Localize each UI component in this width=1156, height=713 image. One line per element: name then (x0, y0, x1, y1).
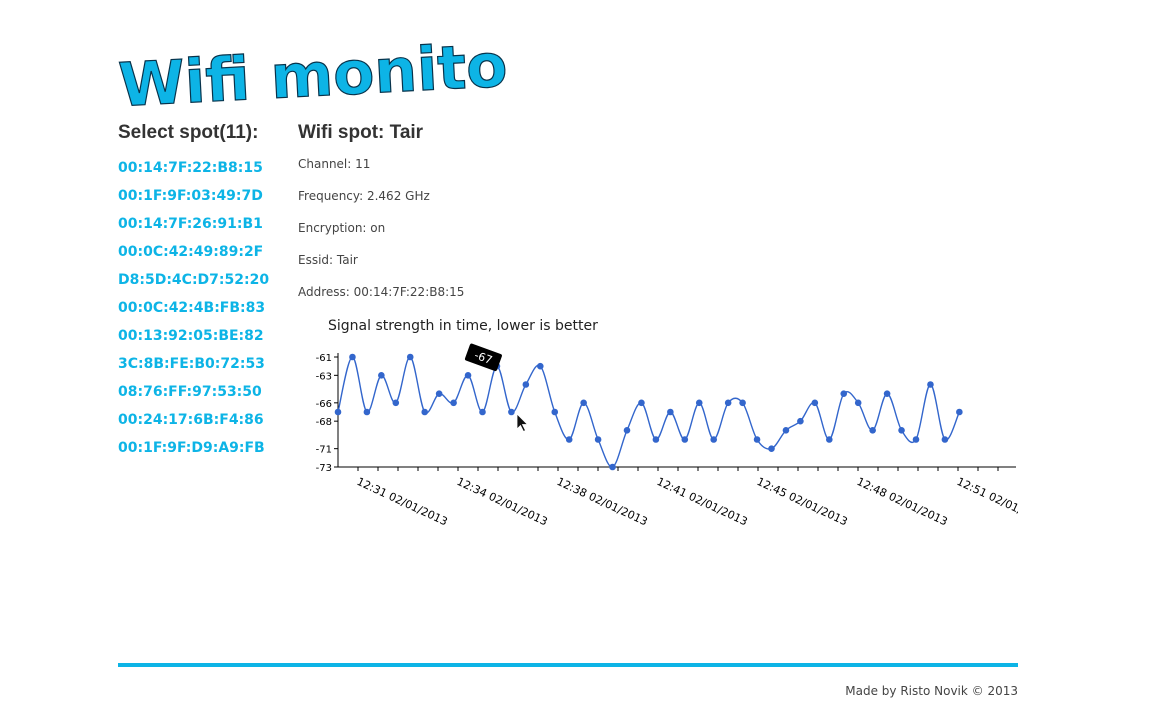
data-point[interactable] (406, 353, 414, 361)
y-tick-label: -63 (316, 371, 332, 382)
data-point[interactable] (594, 436, 602, 443)
list-item: 00:0C:42:4B:FB:83 (118, 294, 288, 322)
spot-link[interactable]: D8:5D:4C:D7:52:20 (118, 272, 269, 288)
data-point[interactable] (811, 399, 819, 407)
y-tick-label: -73 (316, 463, 332, 474)
data-point[interactable] (956, 408, 963, 416)
list-item: 00:14:7F:22:B8:15 (118, 154, 288, 182)
data-point[interactable] (941, 436, 949, 443)
spot-link[interactable]: 08:76:FF:97:53:50 (118, 384, 262, 400)
data-point[interactable] (638, 399, 645, 407)
data-point[interactable] (826, 436, 833, 443)
data-point[interactable] (508, 408, 515, 416)
x-tick-label: 12:48 02/01/2013 (855, 475, 950, 528)
x-tick-label: 12:41 02/01/2013 (655, 475, 750, 528)
data-point[interactable] (363, 408, 371, 416)
y-tick-label: -66 (316, 399, 332, 410)
spot-info: Channel: 11 Frequency: 2.462 GHz Encrypt… (298, 148, 1018, 308)
data-point[interactable] (565, 436, 573, 443)
signal-line (337, 356, 960, 468)
x-tick-label: 12:31 02/01/2013 (355, 475, 450, 528)
spot-details: Wifi spot: Tair Channel: 11 Frequency: 2… (298, 120, 1018, 308)
spot-list: 00:14:7F:22:B8:15 00:1F:9F:03:49:7D 00:1… (118, 154, 288, 462)
list-item: 00:0C:42:49:89:2F (118, 238, 288, 266)
list-item: 00:13:92:05:BE:82 (118, 322, 288, 350)
data-point[interactable] (349, 353, 356, 361)
y-tick-label: -71 (316, 445, 332, 456)
spot-link[interactable]: 00:1F:9F:D9:A9:FB (118, 440, 265, 456)
data-point[interactable] (869, 427, 876, 434)
data-point[interactable] (667, 408, 674, 416)
footer-credit: Made by Risto Novik © 2013 (845, 684, 1018, 698)
data-point[interactable] (883, 390, 891, 397)
spot-link[interactable]: 00:0C:42:49:89:2F (118, 244, 263, 260)
address-info: Address: 00:14:7F:22:B8:15 (298, 285, 465, 299)
frequency-info: Frequency: 2.462 GHz (298, 189, 430, 203)
x-tick-label: 12:34 02/01/2013 (455, 475, 550, 528)
data-point[interactable] (797, 417, 804, 425)
x-tick-label: 12:51 02/01/2013 (955, 475, 1018, 528)
spot-link[interactable]: 00:14:7F:26:91:B1 (118, 216, 263, 232)
signal-chart: Signal strength in time, lower is better… (298, 312, 1018, 542)
spot-selector: Select spot(11): 00:14:7F:22:B8:15 00:1F… (118, 120, 288, 462)
data-point[interactable] (782, 427, 790, 434)
spot-link[interactable]: 00:1F:9F:03:49:7D (118, 188, 263, 204)
list-item: 3C:8B:FE:B0:72:53 (118, 350, 288, 378)
value-tooltip: -67 (464, 343, 502, 372)
data-point[interactable] (652, 436, 660, 443)
spot-link[interactable]: 00:13:92:05:BE:82 (118, 328, 264, 344)
list-item: 00:1F:9F:D9:A9:FB (118, 434, 288, 462)
wifi-monitor-logo: Wifi monitor (116, 29, 506, 106)
list-item: 00:24:17:6B:F4:86 (118, 406, 288, 434)
data-point[interactable] (464, 372, 472, 379)
data-point[interactable] (580, 399, 587, 407)
y-tick-label: -68 (316, 417, 332, 428)
data-point[interactable] (724, 399, 732, 407)
data-point[interactable] (392, 399, 400, 407)
spot-link[interactable]: 00:24:17:6B:F4:86 (118, 412, 264, 428)
data-point[interactable] (334, 408, 342, 416)
data-point[interactable] (768, 445, 775, 452)
data-point[interactable] (537, 362, 544, 370)
data-point[interactable] (551, 408, 559, 416)
logo-text: Wifi monitor (117, 29, 506, 106)
data-point[interactable] (753, 436, 761, 443)
encryption-info: Encryption: on (298, 221, 386, 235)
channel-info: Channel: 11 (298, 157, 371, 171)
data-point[interactable] (898, 427, 905, 434)
spot-link[interactable]: 00:0C:42:4B:FB:83 (118, 300, 265, 316)
cursor-icon (516, 413, 529, 433)
spot-link[interactable]: 3C:8B:FE:B0:72:53 (118, 356, 265, 372)
data-point[interactable] (912, 436, 920, 443)
signal-chart-svg[interactable]: -61 -63 -66 -68 -71 -73 12:31 02/01/2013 12:34 … (298, 312, 1018, 542)
data-point[interactable] (927, 381, 934, 388)
data-point[interactable] (479, 408, 486, 416)
list-item: 00:14:7F:26:91:B1 (118, 210, 288, 238)
data-point[interactable] (739, 399, 746, 407)
data-point[interactable] (623, 427, 631, 434)
data-point[interactable] (435, 390, 443, 397)
spot-title: Wifi spot: Tair (298, 122, 424, 143)
list-item: 00:1F:9F:03:49:7D (118, 182, 288, 210)
data-point[interactable] (609, 463, 616, 471)
list-item: 08:76:FF:97:53:50 (118, 378, 288, 406)
data-point[interactable] (421, 408, 428, 416)
data-point[interactable] (710, 436, 717, 443)
data-point[interactable] (522, 381, 530, 388)
data-point[interactable] (681, 436, 689, 443)
footer-divider (118, 663, 1018, 667)
spot-list-title: Select spot(11): (118, 122, 259, 143)
data-point[interactable] (450, 399, 457, 407)
data-point[interactable] (695, 399, 703, 407)
spot-link[interactable]: 00:14:7F:22:B8:15 (118, 160, 263, 176)
data-point[interactable] (378, 372, 385, 379)
list-item: D8:5D:4C:D7:52:20 (118, 266, 288, 294)
data-point[interactable] (840, 390, 848, 397)
essid-info: Essid: Tair (298, 253, 358, 267)
y-tick-label: -61 (316, 353, 332, 364)
x-tick-label: 12:45 02/01/2013 (755, 475, 850, 528)
x-tick-label: 12:38 02/01/2013 (555, 475, 650, 528)
data-point[interactable] (854, 399, 862, 407)
